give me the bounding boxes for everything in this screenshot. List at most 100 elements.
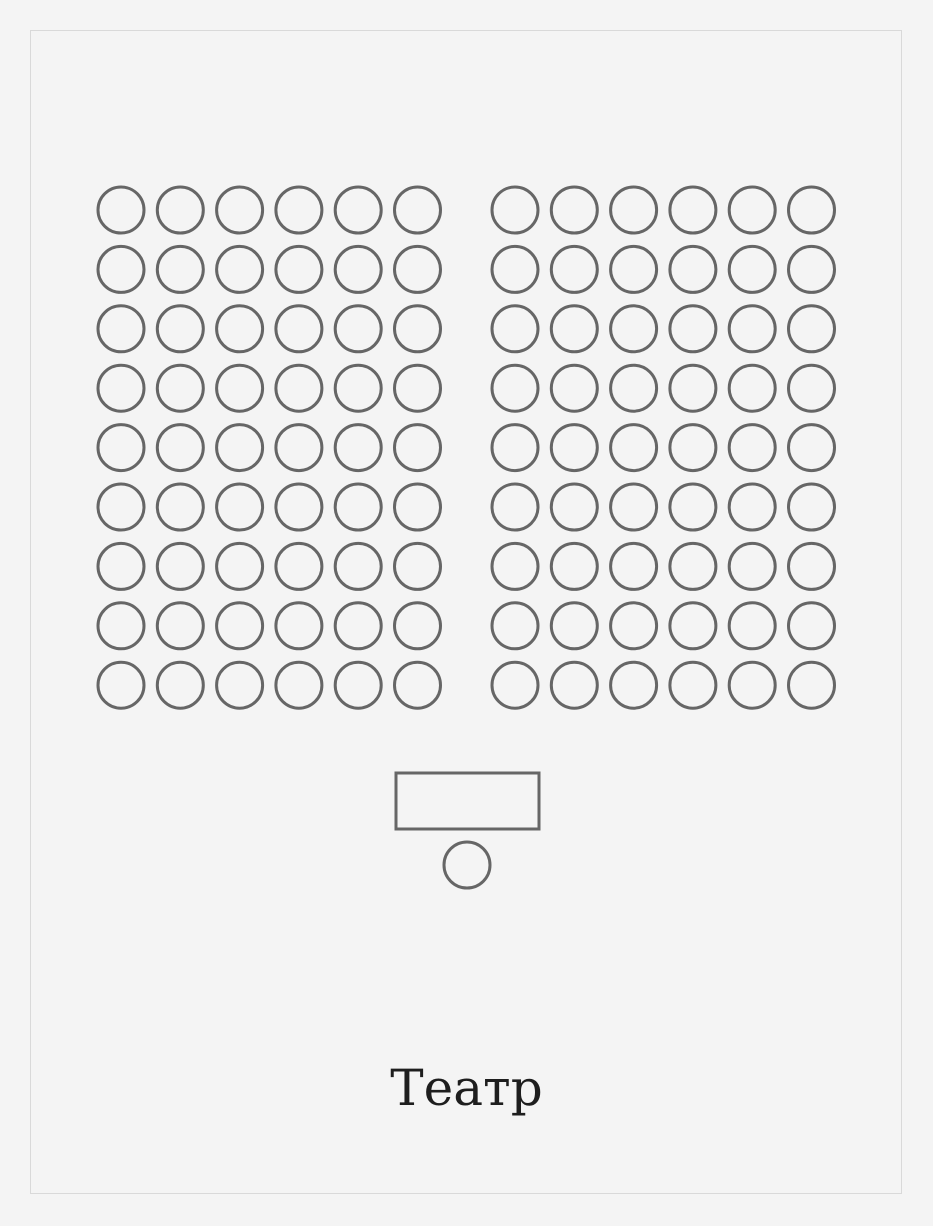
seat-icon: [549, 244, 599, 294]
seat-icon: [274, 482, 324, 532]
seat-icon: [609, 185, 659, 235]
seat-icon: [549, 660, 599, 710]
seat-icon: [155, 601, 205, 651]
seating-diagram: [96, 185, 836, 890]
seat-icon: [609, 601, 659, 651]
seat-icon: [274, 423, 324, 473]
seat-icon: [155, 423, 205, 473]
seat-icon: [668, 423, 718, 473]
seat-icon: [549, 185, 599, 235]
seat-icon: [668, 482, 718, 532]
seat-icon: [490, 482, 540, 532]
seat-icon: [549, 482, 599, 532]
seat-icon: [727, 541, 777, 591]
seat-icon: [393, 482, 442, 532]
seat-icon: [787, 541, 836, 591]
seat-icon: [609, 541, 659, 591]
layout-title: Театр: [390, 1059, 543, 1117]
seat-icon: [668, 244, 718, 294]
seat-icon: [333, 541, 383, 591]
seat-icon: [274, 541, 324, 591]
seat-icon: [668, 185, 718, 235]
seat-icon: [668, 541, 718, 591]
seat-icon: [549, 363, 599, 413]
seat-icon: [787, 363, 836, 413]
seat-icon: [96, 601, 146, 651]
seat-icon: [155, 185, 205, 235]
seat-icon: [609, 660, 659, 710]
seat-icon: [549, 304, 599, 354]
seat-icon: [96, 541, 146, 591]
seat-icon: [490, 541, 540, 591]
seat-icon: [490, 244, 540, 294]
seat-icon: [668, 363, 718, 413]
seat-icon: [274, 363, 324, 413]
seat-icon: [215, 482, 265, 532]
seat-icon: [727, 660, 777, 710]
seat-icon: [609, 363, 659, 413]
seat-icon: [668, 601, 718, 651]
seat-icon: [155, 541, 205, 591]
seat-icon: [787, 304, 836, 354]
seat-icon: [727, 244, 777, 294]
seat-icon: [787, 423, 836, 473]
seat-icon: [549, 423, 599, 473]
seat-icon: [274, 244, 324, 294]
seat-icon: [215, 660, 265, 710]
seat-icon: [155, 244, 205, 294]
seat-icon: [549, 601, 599, 651]
presenter-seat: [442, 840, 492, 890]
seat-icon: [787, 660, 836, 710]
seat-icon: [333, 601, 383, 651]
seat-icon: [787, 185, 836, 235]
seat-icon: [333, 244, 383, 294]
seat-icon: [490, 601, 540, 651]
seat-icon: [96, 304, 146, 354]
seat-icon: [609, 304, 659, 354]
seat-icon: [274, 601, 324, 651]
seat-icon: [727, 185, 777, 235]
seat-icon: [393, 541, 442, 591]
seat-icon: [668, 304, 718, 354]
seat-icon: [215, 185, 265, 235]
seat-icon: [490, 423, 540, 473]
seat-icon: [215, 423, 265, 473]
seat-icon: [393, 423, 442, 473]
seat-icon: [333, 423, 383, 473]
seat-icon: [490, 304, 540, 354]
seat-icon: [727, 423, 777, 473]
seat-icon: [668, 660, 718, 710]
seat-icon: [393, 244, 442, 294]
seat-icon: [727, 482, 777, 532]
seat-icon: [155, 363, 205, 413]
seat-icon: [96, 482, 146, 532]
seat-icon: [155, 660, 205, 710]
seat-icon: [787, 482, 836, 532]
seat-icon: [274, 660, 324, 710]
seat-icon: [490, 185, 540, 235]
seat-icon: [727, 601, 777, 651]
seat-icon: [727, 304, 777, 354]
seat-icon: [155, 482, 205, 532]
seat-icon: [393, 304, 442, 354]
seat-icon: [490, 660, 540, 710]
presenter-table: [394, 771, 541, 831]
seat-icon: [155, 304, 205, 354]
seat-icon: [96, 660, 146, 710]
seat-icon: [787, 601, 836, 651]
seat-icon: [333, 185, 383, 235]
seat-icon: [333, 304, 383, 354]
seat-icon: [393, 363, 442, 413]
seat-icon: [609, 482, 659, 532]
seat-icon: [274, 304, 324, 354]
seat-icon: [333, 363, 383, 413]
seat-icon: [96, 363, 146, 413]
seat-icon: [215, 304, 265, 354]
audience-seats: [96, 185, 836, 710]
seat-icon: [727, 363, 777, 413]
seat-icon: [549, 541, 599, 591]
seat-icon: [215, 601, 265, 651]
seat-icon: [393, 185, 442, 235]
seat-icon: [393, 601, 442, 651]
seat-icon: [96, 185, 146, 235]
